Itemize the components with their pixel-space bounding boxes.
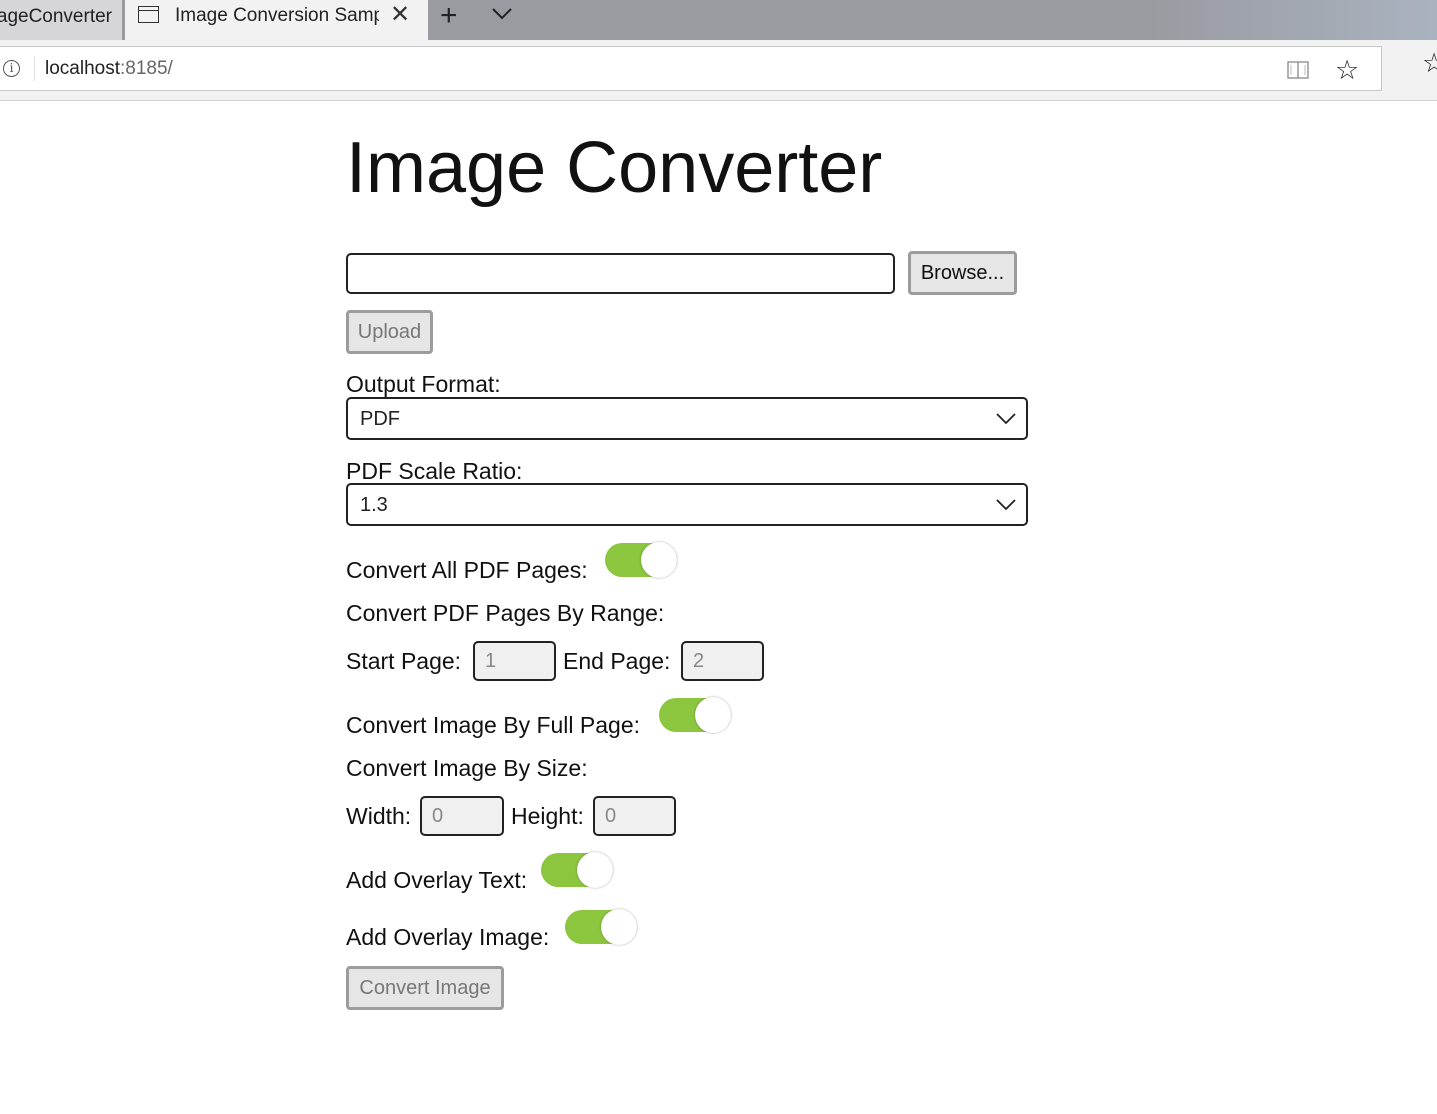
url-text[interactable]: localhost:8185/ (45, 58, 173, 80)
info-icon[interactable]: i (3, 60, 20, 77)
file-path-input[interactable] (346, 253, 895, 294)
url-host: localhost (45, 58, 120, 79)
url-port: :8185/ (120, 58, 173, 79)
height-label: Height: (511, 803, 584, 829)
full-page-toggle[interactable] (659, 697, 731, 733)
scale-ratio-label: PDF Scale Ratio: (346, 458, 523, 484)
output-format-value: PDF (360, 408, 400, 430)
end-page-label: End Page: (563, 648, 671, 674)
browser-tab-bar: ImageConverter Image Conversion Samp ✕ + (0, 0, 1437, 40)
toggle-knob (601, 909, 637, 945)
divider (34, 57, 35, 81)
width-label: Width: (346, 803, 412, 829)
toggle-knob (577, 852, 613, 888)
tab-label: ImageConverter (0, 6, 112, 27)
chevron-down-icon (996, 499, 1016, 511)
chevron-down-icon (996, 413, 1016, 425)
overlay-image-toggle[interactable] (565, 909, 637, 945)
url-field[interactable]: i localhost:8185/ ☆ (0, 46, 1382, 91)
address-bar: i localhost:8185/ ☆ ☆ (0, 40, 1437, 101)
chevron-down-icon[interactable] (491, 2, 513, 24)
tab-label: Image Conversion Samp (175, 5, 379, 26)
scale-ratio-value: 1.3 (360, 494, 388, 516)
tab-imageconverter[interactable]: ImageConverter (0, 0, 122, 40)
favorite-star-icon[interactable]: ☆ (1335, 55, 1359, 85)
toggle-knob (641, 542, 677, 578)
browse-button[interactable]: Browse... (908, 251, 1017, 295)
tab-image-conversion-sample[interactable]: Image Conversion Samp ✕ (125, 0, 428, 40)
convert-image-button[interactable]: Convert Image (346, 966, 504, 1010)
page-title: Image Converter (346, 128, 883, 208)
overlay-text-toggle[interactable] (541, 852, 613, 888)
toggle-knob (695, 697, 731, 733)
convert-all-pages-label: Convert All PDF Pages: (346, 557, 588, 583)
end-page-input[interactable]: 2 (681, 641, 764, 681)
image-by-size-label: Convert Image By Size: (346, 755, 588, 781)
output-format-select[interactable]: PDF (346, 397, 1028, 440)
new-tab-icon[interactable]: + (440, 0, 458, 32)
overlay-image-label: Add Overlay Image: (346, 924, 550, 950)
reading-view-icon[interactable] (1287, 60, 1309, 80)
output-format-label: Output Format: (346, 371, 501, 397)
height-input[interactable]: 0 (593, 796, 676, 836)
page-icon (138, 6, 159, 23)
upload-button[interactable]: Upload (346, 310, 433, 354)
pages-by-range-label: Convert PDF Pages By Range: (346, 600, 665, 626)
start-page-label: Start Page: (346, 648, 462, 674)
scale-ratio-select[interactable]: 1.3 (346, 483, 1028, 526)
overlay-text-label: Add Overlay Text: (346, 867, 528, 893)
convert-all-pages-toggle[interactable] (605, 542, 677, 578)
favorites-hub-icon[interactable]: ☆ (1422, 48, 1437, 78)
width-input[interactable]: 0 (420, 796, 504, 836)
start-page-input[interactable]: 1 (473, 641, 556, 681)
full-page-label: Convert Image By Full Page: (346, 712, 641, 738)
close-icon[interactable]: ✕ (390, 1, 410, 29)
